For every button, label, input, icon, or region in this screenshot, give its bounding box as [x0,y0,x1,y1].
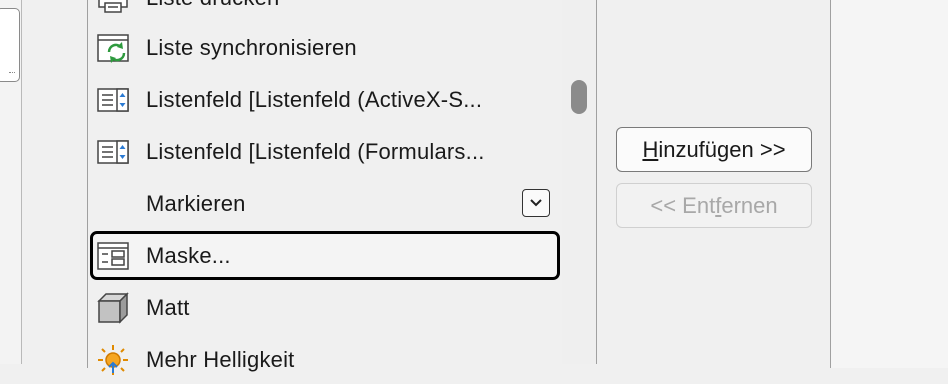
list-item-label: Listenfeld [Listenfeld (ActiveX-S... [146,87,483,112]
list-item-listenfeld-formular[interactable]: Listenfeld [Listenfeld (Formulars... [90,128,560,176]
list-item-label: Matt [146,295,190,320]
list-item-liste-synchronisieren[interactable]: Liste synchronisieren [90,24,560,72]
form-icon [96,239,130,273]
cube-icon [96,291,130,325]
list-item-label: Mehr Helligkeit [146,347,295,372]
list-item-label: Markieren [146,191,246,216]
list-item-label: Liste synchronisieren [146,35,357,60]
dropdown-button[interactable] [522,189,550,217]
button-area [597,0,830,364]
remove-button-pre: << Ent [650,192,716,218]
brightness-icon [96,343,130,377]
list-scrollbar[interactable] [562,0,597,364]
list-item-label: Listenfeld [Listenfeld (Formulars... [146,139,485,164]
add-button-accel: H [642,136,659,162]
add-button[interactable]: Hinzufügen >> [616,127,812,172]
left-panel-edge [0,0,22,364]
customized-list[interactable] [830,0,948,368]
remove-button[interactable]: << Ent f ernen [616,183,812,228]
list-item-listenfeld-activex[interactable]: Listenfeld [Listenfeld (ActiveX-S... [90,76,560,124]
listbox-icon [96,135,130,169]
sync-list-icon [96,31,130,65]
list-item-label: Maske... [146,242,231,268]
list-item-maske[interactable]: Maske... [90,231,560,280]
list-item-markieren[interactable]: Markieren [90,180,560,228]
remove-button-label: ernen [721,192,778,218]
list-item-matt[interactable]: Matt [90,284,560,332]
list-item-label: Liste drucken [146,0,279,11]
left-thumbnail[interactable] [0,8,20,82]
listbox-icon [96,83,130,117]
chevron-down-icon [530,199,542,207]
scrollbar-thumb[interactable] [571,80,587,114]
list-item-mehr-helligkeit[interactable]: Mehr Helligkeit [90,336,560,384]
add-button-label: inzufügen >> [658,136,786,162]
blank-icon [96,187,130,221]
list-item-liste-drucken[interactable]: Liste drucken [90,0,560,22]
print-list-icon [96,0,130,15]
